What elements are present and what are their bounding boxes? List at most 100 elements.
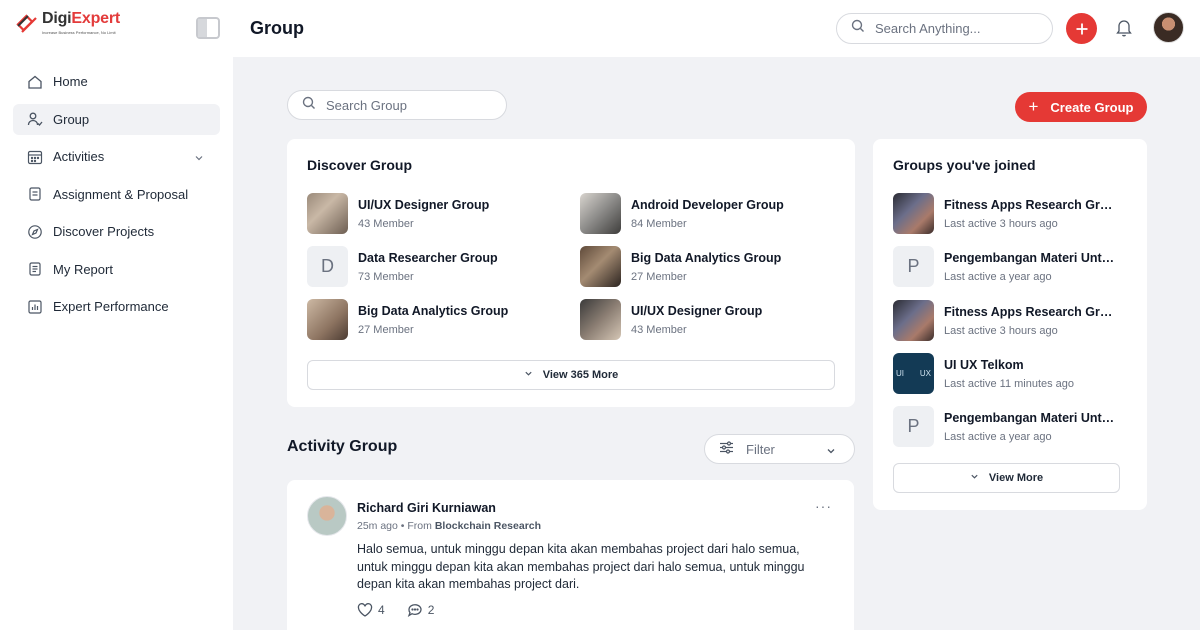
sidebar-item-expert-performance[interactable]: Expert Performance <box>13 291 220 322</box>
search-placeholder: Search Anything... <box>875 21 981 36</box>
sidebar-item-activities[interactable]: Activities <box>13 141 220 172</box>
search-group-placeholder: Search Group <box>326 97 407 113</box>
discover-group-item[interactable]: Big Data Analytics Group 27 Member <box>307 299 508 340</box>
filter-dropdown[interactable]: Filter <box>704 434 855 464</box>
post-author-avatar[interactable] <box>307 496 347 536</box>
view-more-joined-button[interactable]: View More <box>893 463 1120 493</box>
view-more-label: View 365 More <box>542 369 619 381</box>
group-icon <box>27 111 43 127</box>
chart-icon <box>27 299 43 315</box>
discover-group-title: Discover Group <box>307 157 413 173</box>
group-name: Big Data Analytics Group <box>631 250 782 265</box>
sidebar-item-label: Discover Projects <box>53 224 155 239</box>
comment-icon <box>407 604 422 617</box>
group-thumbnail: UI UX <box>893 353 934 394</box>
group-name: Pengembangan Materi Untuk... <box>944 250 1116 265</box>
calendar-icon <box>27 149 43 165</box>
discover-group-card: Discover Group UI/UX Designer Group 43 Me… <box>287 139 855 407</box>
group-last-active: Last active 11 minutes ago <box>944 377 1075 390</box>
sidebar: DigiExpert Increase Business Performance… <box>0 0 233 630</box>
comment-count: 2 <box>427 603 435 617</box>
home-icon <box>27 74 43 90</box>
group-name: Fitness Apps Research Group <box>944 304 1116 319</box>
group-thumbnail <box>307 299 348 340</box>
sliders-icon <box>719 441 734 457</box>
post-source-link[interactable]: Blockchain Research <box>435 520 541 532</box>
view-more-label: View More <box>988 472 1044 484</box>
sidebar-item-label: Assignment & Proposal <box>53 186 189 202</box>
group-members: 43 Member <box>358 217 414 230</box>
group-name: Android Developer Group <box>631 197 784 212</box>
group-last-active: Last active a year ago <box>944 430 1052 443</box>
create-group-label: Create Group <box>1050 99 1134 115</box>
group-members: 27 Member <box>631 270 687 283</box>
like-count: 4 <box>378 603 385 617</box>
search-group-input[interactable]: Search Group <box>287 90 507 120</box>
group-members: 43 Member <box>631 323 687 336</box>
group-thumbnail <box>580 299 621 340</box>
group-last-active: Last active 3 hours ago <box>944 324 1058 337</box>
group-name: Pengembangan Materi Untuk... <box>944 410 1116 425</box>
group-name: Big Data Analytics Group <box>358 303 509 318</box>
discover-group-item[interactable]: D Data Researcher Group 73 Member <box>307 246 498 287</box>
activity-post: Richard Giri Kurniawan 25m ago • From Bl… <box>287 480 854 630</box>
sidebar-toggle-button[interactable] <box>196 17 220 39</box>
joined-group-item[interactable]: Fitness Apps Research Group Last active 3… <box>893 300 1116 341</box>
report-icon <box>27 261 43 277</box>
post-meta: 25m ago • From Blockchain Research <box>357 520 542 532</box>
brand-logo[interactable]: DigiExpert Increase Business Performance… <box>16 10 120 35</box>
sidebar-item-my-report[interactable]: My Report <box>13 254 220 285</box>
user-avatar[interactable] <box>1153 12 1184 43</box>
group-letter-avatar: D <box>307 246 348 287</box>
group-thumbnail <box>580 193 621 234</box>
discover-group-item[interactable]: Big Data Analytics Group 27 Member <box>580 246 781 287</box>
activity-group-title: Activity Group <box>287 438 398 455</box>
group-thumbnail <box>307 193 348 234</box>
plus-icon <box>1076 23 1087 34</box>
group-letter-avatar: P <box>893 246 934 287</box>
sidebar-item-home[interactable]: Home <box>13 66 220 97</box>
post-actions: 4 2 <box>357 603 456 617</box>
group-members: 84 Member <box>631 217 687 230</box>
sidebar-item-assignment[interactable]: Assignment & Proposal <box>13 179 220 210</box>
joined-group-item[interactable]: P Pengembangan Materi Untuk... Last activ… <box>893 406 1116 447</box>
like-button[interactable]: 4 <box>357 603 385 617</box>
create-group-button[interactable]: + Create Group <box>1015 92 1147 122</box>
filter-label: Filter <box>746 441 775 457</box>
group-letter-avatar: P <box>893 406 934 447</box>
joined-group-item[interactable]: P Pengembangan Materi Untuk... Last activ… <box>893 246 1116 287</box>
discover-group-item[interactable]: Android Developer Group 84 Member <box>580 193 784 234</box>
sidebar-item-group[interactable]: Group <box>13 103 220 135</box>
post-author-name[interactable]: Richard Giri Kurniawan <box>357 501 496 515</box>
chevron-down-icon <box>524 369 533 381</box>
joined-group-item[interactable]: UI UX UI UX Telkom Last active 11 minutes … <box>893 353 1074 394</box>
global-search-input[interactable]: Search Anything... <box>836 13 1053 44</box>
chevron-down-icon <box>194 151 204 166</box>
group-name: Data Researcher Group <box>358 250 498 265</box>
add-button[interactable] <box>1066 13 1097 44</box>
discover-group-item[interactable]: UI/UX Designer Group 43 Member <box>307 193 489 234</box>
group-last-active: Last active a year ago <box>944 270 1052 283</box>
sidebar-item-label: Activities <box>53 149 105 164</box>
sidebar-item-label: My Report <box>53 261 113 277</box>
group-name: UI/UX Designer Group <box>631 303 763 318</box>
search-icon <box>302 96 316 115</box>
group-name: UI UX Telkom <box>944 357 1024 372</box>
logo-mark-icon <box>16 12 38 34</box>
more-options-icon[interactable]: ··· <box>815 498 832 514</box>
group-thumbnail <box>893 193 934 234</box>
group-name: Fitness Apps Research Group <box>944 197 1116 212</box>
joined-groups-card: Groups you've joined Fitness Apps Resear… <box>873 139 1147 510</box>
view-more-groups-button[interactable]: View 365 More <box>307 360 835 390</box>
group-last-active: Last active 3 hours ago <box>944 217 1058 230</box>
post-body: Halo semua, untuk minggu depan kita akan… <box>357 542 805 591</box>
comment-button[interactable]: 2 <box>407 603 435 617</box>
sidebar-item-discover-projects[interactable]: Discover Projects <box>13 216 220 247</box>
sidebar-item-label: Group <box>53 111 90 127</box>
plus-icon: + <box>1028 97 1039 116</box>
notification-bell-icon[interactable] <box>1115 18 1133 42</box>
joined-group-item[interactable]: Fitness Apps Research Group Last active 3… <box>893 193 1116 234</box>
discover-group-item[interactable]: UI/UX Designer Group 43 Member <box>580 299 762 340</box>
sidebar-item-label: Expert Performance <box>53 299 169 314</box>
group-members: 73 Member <box>358 270 414 283</box>
